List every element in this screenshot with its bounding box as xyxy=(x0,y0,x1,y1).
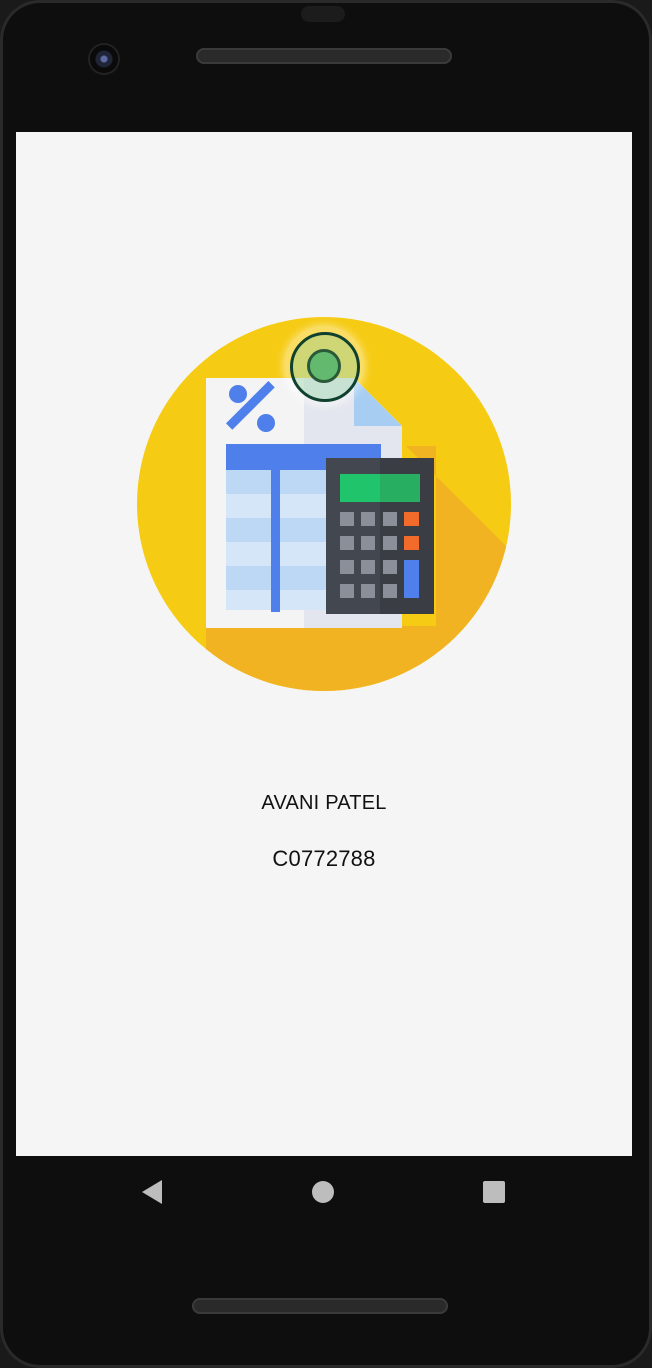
recent-apps-square-icon xyxy=(483,1181,505,1203)
app-screen: AVANI PATEL C0772788 xyxy=(16,132,632,1156)
table-column-line xyxy=(271,470,280,612)
bottom-speaker xyxy=(192,1298,448,1314)
percent-dot-bottom xyxy=(257,414,275,432)
system-navigation-bar xyxy=(16,1156,632,1228)
percent-dot-top xyxy=(229,385,247,403)
back-triangle-icon xyxy=(142,1180,162,1204)
earpiece-speaker xyxy=(196,48,452,64)
user-name: AVANI PATEL xyxy=(261,792,387,814)
user-id: C0772788 xyxy=(272,846,376,871)
calculator-key-equals xyxy=(404,560,419,598)
calculator-key-orange xyxy=(404,536,419,550)
calculator-display-shade xyxy=(380,474,420,502)
nav-home-button[interactable] xyxy=(307,1176,339,1208)
nav-recent-apps-button[interactable] xyxy=(478,1176,510,1208)
device-frame: AVANI PATEL C0772788 xyxy=(0,0,652,1368)
top-notch xyxy=(301,6,345,22)
touch-indicator xyxy=(284,326,364,406)
front-camera-icon xyxy=(90,45,118,73)
calculator-key-orange xyxy=(404,512,419,526)
home-circle-icon xyxy=(312,1181,334,1203)
touch-point xyxy=(307,349,341,383)
nav-back-button[interactable] xyxy=(136,1176,168,1208)
